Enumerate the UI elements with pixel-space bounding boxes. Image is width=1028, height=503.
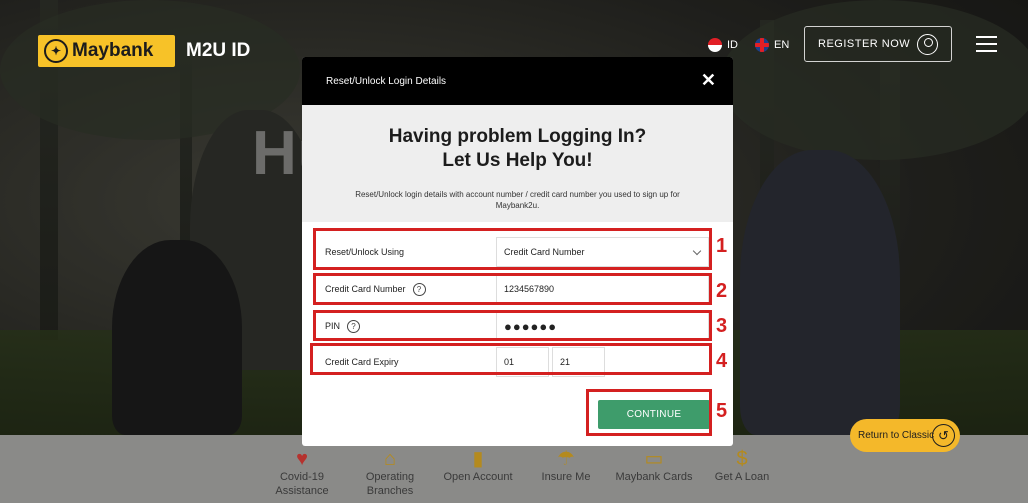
quick-link-label: Insure Me [541,471,591,483]
modal-heading-line1: Having problem Logging In? [388,126,647,147]
logo-text: Maybank [72,40,154,61]
hamburger-menu-icon[interactable] [976,36,997,52]
modal-heading-line2: Let Us Help You! [442,150,593,171]
quick-link-label: Open Account [443,471,513,483]
register-label: REGISTER NOW [818,38,911,50]
tiger-icon: ✦ [44,39,68,63]
lang-id-label: ID [727,39,738,51]
quick-link-label: Maybank Cards [615,471,693,483]
return-to-classic-button[interactable]: Return to Classic ↺ [850,419,960,452]
user-icon [917,34,938,55]
return-classic-label: Return to Classic [858,430,935,441]
register-now-button[interactable]: REGISTER NOW [804,26,952,62]
quick-link-branches[interactable]: ⌂ Operating Branches [346,438,434,498]
quick-links: ♥ Covid-19 Assistance ⌂ Operating Branch… [258,438,786,498]
annotation-number-1: 1 [716,235,728,257]
modal-description: Reset/Unlock login details with account … [355,190,680,210]
quick-link-label: Covid-19 Assistance [275,471,329,497]
annotation-number-2: 2 [716,280,728,302]
annotation-number-5: 5 [716,400,728,422]
lang-id-toggle[interactable]: ID [708,38,738,52]
annotation-box-5 [586,389,712,436]
lang-en-label: EN [774,39,790,51]
modal-intro: Having problem Logging In? Let Us Help Y… [302,105,733,222]
annotation-box-1 [313,228,712,270]
quick-link-get-loan[interactable]: $ Get A Loan [698,438,786,498]
annotation-number-3: 3 [716,315,728,337]
annotation-number-4: 4 [716,350,728,372]
modal-title-bar: Reset/Unlock Login Details ✕ [302,57,733,105]
indonesia-flag-icon [708,38,722,52]
quick-link-maybank-cards[interactable]: ▭ Maybank Cards [610,438,698,498]
annotation-box-3 [313,310,712,341]
quick-link-label: Operating Branches [365,471,415,497]
lang-en-toggle[interactable]: EN [755,38,789,52]
close-icon[interactable]: ✕ [701,70,716,91]
annotation-box-2 [313,273,712,305]
quick-link-covid[interactable]: ♥ Covid-19 Assistance [258,438,346,498]
quick-link-open-account[interactable]: ▮ Open Account [434,438,522,498]
annotation-box-4 [310,343,712,375]
quick-link-label: Get A Loan [714,471,770,483]
maybank-logo[interactable]: ✦ Maybank [38,35,175,67]
modal-title: Reset/Unlock Login Details [326,76,447,87]
quick-link-insure-me[interactable]: ☂ Insure Me [522,438,610,498]
uk-flag-icon [755,38,769,52]
product-name: M2U ID [186,40,251,61]
return-arrow-icon: ↺ [932,424,955,447]
